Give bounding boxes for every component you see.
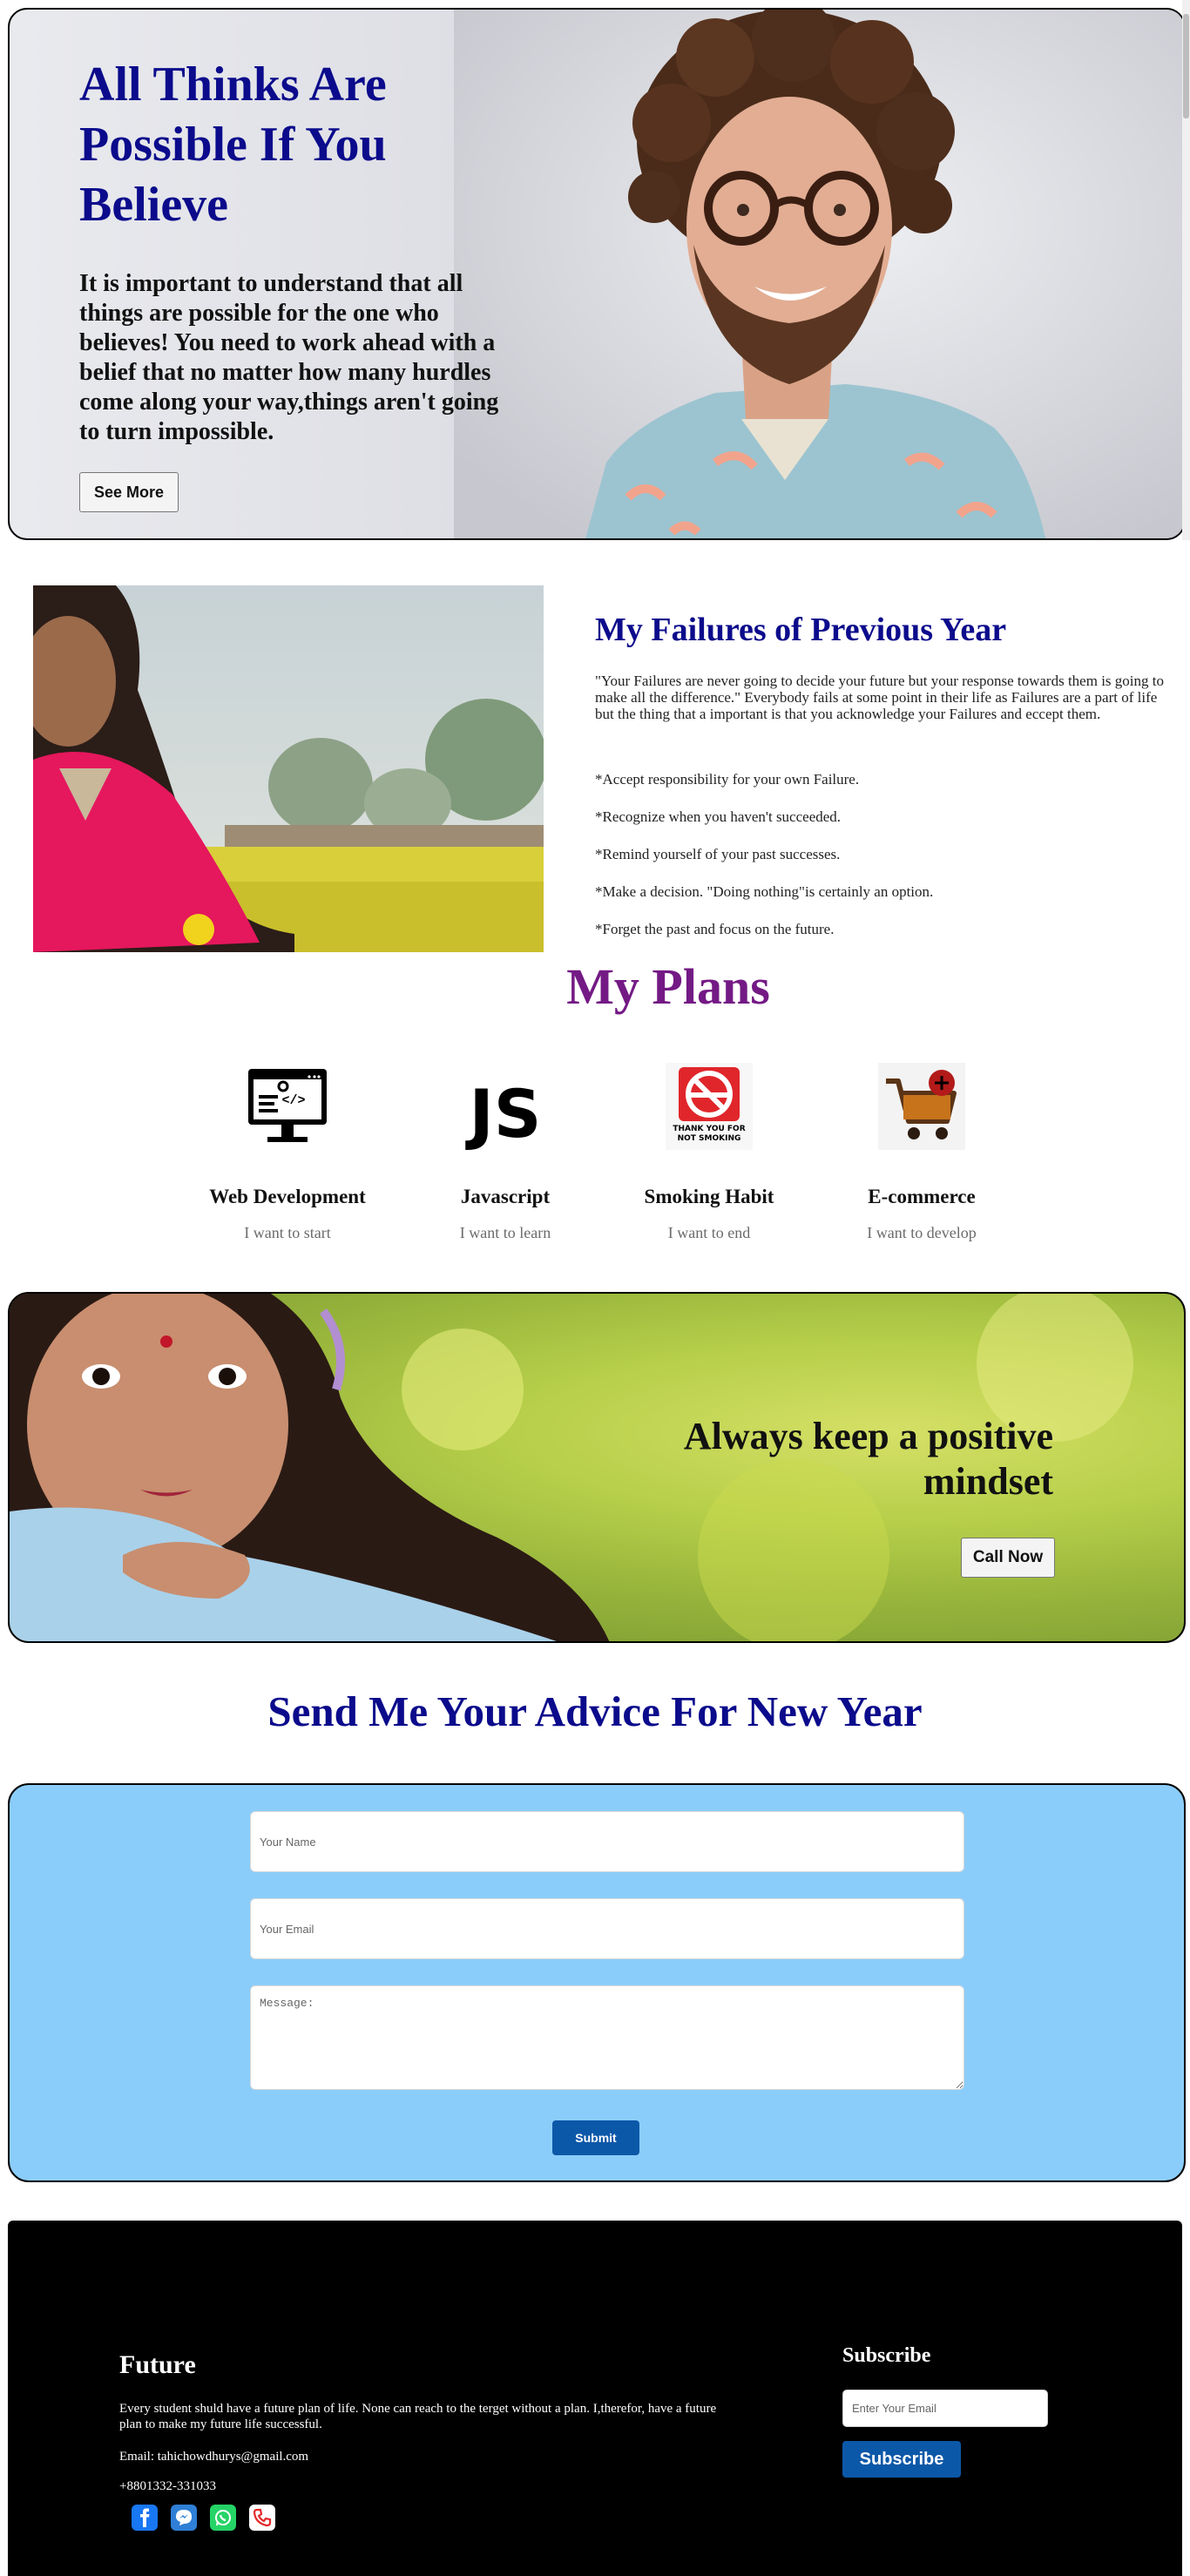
footer-phone: +8801332-331033 bbox=[119, 2479, 216, 2493]
failures-list-item: *Forget the past and focus on the future… bbox=[595, 921, 835, 937]
plan-card-smoking-habit: THANK YOU FOR NOT SMOKING Smoking Habit … bbox=[609, 1058, 809, 1242]
plan-name: Web Development bbox=[209, 1186, 366, 1207]
phone-icon[interactable] bbox=[249, 2505, 275, 2531]
no-smoking-icon: THANK YOU FOR NOT SMOKING bbox=[666, 1063, 753, 1150]
plan-card-javascript: JS Javascript I want to learn bbox=[405, 1058, 605, 1242]
messenger-icon[interactable] bbox=[171, 2505, 197, 2531]
footer-title: Future bbox=[119, 2350, 196, 2379]
subscribe-button[interactable]: Subscribe bbox=[842, 2441, 961, 2478]
plans-title: My Plans bbox=[566, 958, 770, 1015]
advice-title: Send Me Your Advice For New Year bbox=[267, 1687, 923, 1735]
plan-subtitle: I want to start bbox=[244, 1224, 331, 1241]
plan-card-ecommerce: E-commerce I want to develop bbox=[822, 1058, 1022, 1242]
hero-portrait-image bbox=[454, 10, 1184, 538]
javascript-icon: JS bbox=[464, 1075, 541, 1153]
failures-photo bbox=[33, 585, 544, 952]
svg-text:JS: JS bbox=[464, 1075, 541, 1153]
call-now-button[interactable]: Call Now bbox=[961, 1538, 1055, 1578]
shopping-cart-icon bbox=[878, 1063, 965, 1150]
failures-quote: "Your Failures are never going to decide… bbox=[595, 673, 1164, 722]
hero-title: All Thinks Are Possible If You Believe bbox=[79, 57, 387, 232]
facebook-icon[interactable] bbox=[132, 2505, 158, 2531]
page-scrollbar[interactable] bbox=[1182, 0, 1190, 540]
failures-list-item: *Recognize when you haven't succeeded. bbox=[595, 808, 842, 825]
plan-subtitle: I want to develop bbox=[867, 1224, 977, 1241]
footer: Future Every student shuld have a future… bbox=[8, 2221, 1182, 2576]
footer-email: Email: tahichowdhurys@gmail.com bbox=[119, 2450, 309, 2464]
plan-subtitle: I want to learn bbox=[459, 1224, 551, 1241]
positive-mindset-banner: Always keep a positive mindset Call Now bbox=[8, 1292, 1186, 1643]
banner-title: Always keep a positive mindset bbox=[683, 1415, 1053, 1503]
failures-list: *Accept responsibility for your own Fail… bbox=[595, 771, 1170, 958]
failures-title: My Failures of Previous Year bbox=[595, 612, 1007, 648]
plan-name: E-commerce bbox=[868, 1186, 976, 1207]
advice-form: Submit bbox=[8, 1783, 1186, 2182]
failures-list-item: *Accept responsibility for your own Fail… bbox=[595, 771, 860, 788]
email-input[interactable] bbox=[250, 1898, 964, 1959]
no-smoking-sign-text: THANK YOU FOR NOT SMOKING bbox=[673, 1125, 746, 1143]
failures-list-item: *Make a decision. "Doing nothing"is cert… bbox=[595, 883, 934, 900]
hero-section: All Thinks Are Possible If You Believe I… bbox=[8, 8, 1186, 540]
web-development-icon: </> bbox=[248, 1069, 327, 1142]
submit-button[interactable]: Submit bbox=[552, 2120, 639, 2155]
plan-name: Smoking Habit bbox=[644, 1186, 774, 1207]
whatsapp-icon[interactable] bbox=[210, 2505, 236, 2531]
subscribe-title: Subscribe bbox=[842, 2344, 931, 2367]
subscribe-email-input[interactable] bbox=[842, 2390, 1048, 2427]
plan-card-web-development: </> Web Development I want to start bbox=[187, 1058, 388, 1242]
footer-description: Every student shuld have a future plan o… bbox=[119, 2402, 717, 2431]
hero-description: It is important to understand that all t… bbox=[79, 270, 499, 445]
message-textarea[interactable] bbox=[250, 1985, 964, 2090]
plan-name: Javascript bbox=[460, 1186, 551, 1207]
social-links bbox=[132, 2505, 275, 2531]
name-input[interactable] bbox=[250, 1811, 964, 1872]
svg-text:</>: </> bbox=[281, 1093, 305, 1108]
see-more-button[interactable]: See More bbox=[79, 472, 179, 512]
failures-list-item: *Remind yourself of your past successes. bbox=[595, 846, 841, 862]
scrollbar-thumb[interactable] bbox=[1183, 14, 1189, 118]
plan-subtitle: I want to end bbox=[667, 1224, 751, 1241]
